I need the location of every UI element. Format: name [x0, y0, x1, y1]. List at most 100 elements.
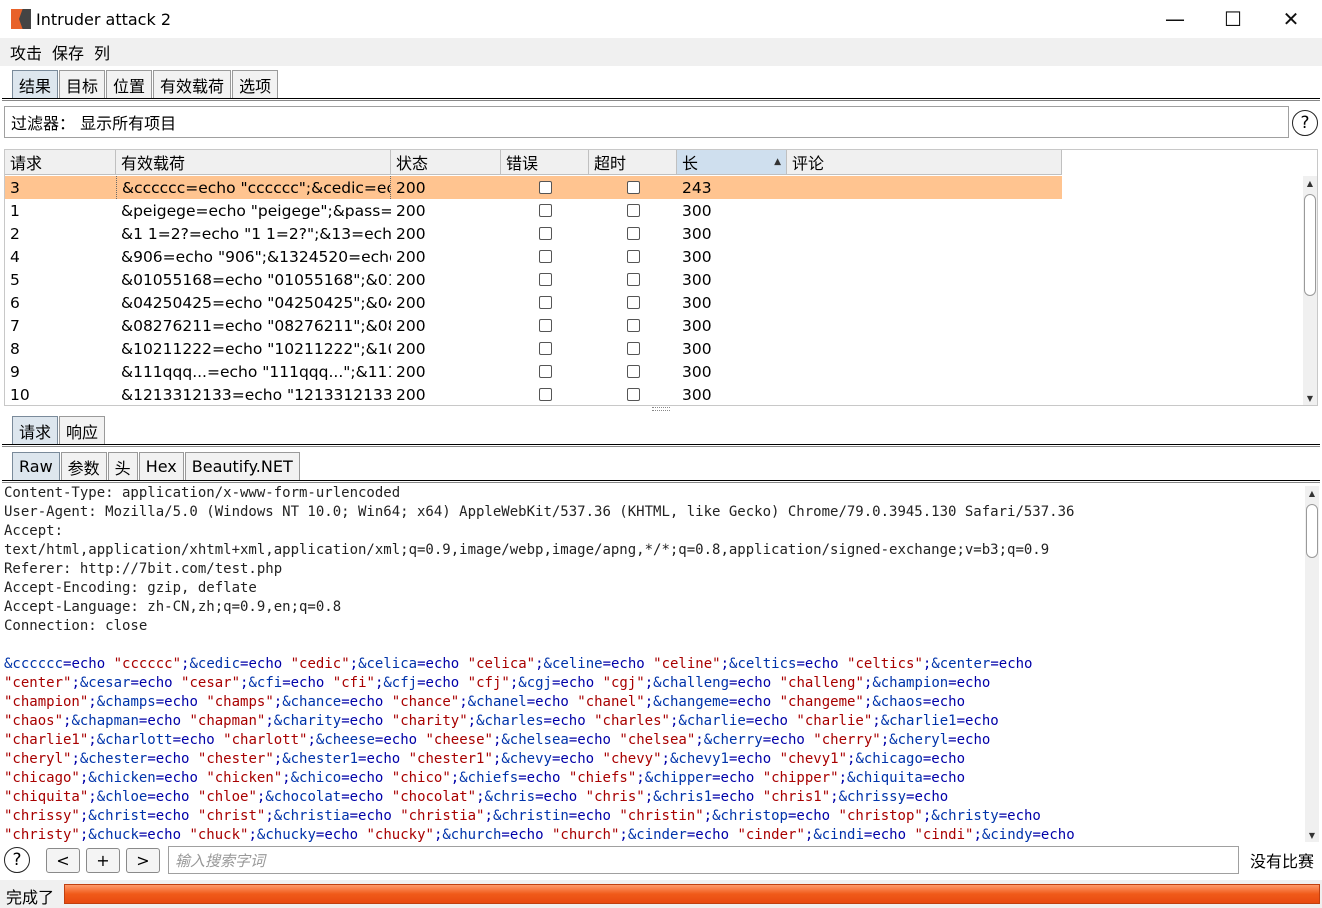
col-comment[interactable]: 评论 [787, 150, 1062, 175]
tab-options[interactable]: 选项 [232, 70, 279, 98]
body-line: "chrissy";&christ=echo "christ";&christi… [4, 808, 1041, 824]
error-checkbox [538, 273, 552, 286]
close-icon: ✕ [1282, 7, 1300, 31]
header-line: Connection: close [4, 618, 148, 634]
col-timeout[interactable]: 超时 [589, 150, 677, 175]
tab-positions[interactable]: 位置 [106, 70, 153, 98]
cell-error [501, 245, 589, 268]
cell-payload: &08276211=echo "08276211";&08... [121, 316, 391, 335]
error-checkbox [538, 181, 552, 194]
filter-bar[interactable]: 过滤器： 显示所有项目 [4, 106, 1289, 138]
tab-target[interactable]: 目标 [59, 70, 106, 98]
tab-payloads[interactable]: 有效载荷 [153, 70, 232, 98]
timeout-checkbox [626, 227, 640, 240]
table-row[interactable]: 1 &peigege=echo "peigege";&pass=e... 200 30… [5, 199, 1062, 222]
cell-status: 200 [396, 247, 426, 266]
maximize-button[interactable]: ☐ [1204, 0, 1262, 38]
table-row[interactable]: 2&1 1=2?=echo "1 1=2?";&13=echo ... 200 30… [5, 222, 1062, 245]
search-input[interactable]: 输入搜索字词 [168, 846, 1239, 874]
burp-app-icon [11, 9, 31, 29]
search-add-button[interactable]: + [86, 848, 120, 873]
header-line: text/html,application/xhtml+xml,applicat… [4, 542, 1050, 558]
cell-payload: &906=echo "906";&1324520=echo ... [121, 247, 391, 266]
table-row[interactable]: 10 &1213312133=echo "1213312133"... 200 300 [5, 383, 1062, 405]
cell-error [501, 176, 589, 199]
header-line: Content-Type: application/x-www-form-url… [4, 485, 401, 501]
col-payload[interactable]: 有效载荷 [116, 150, 391, 175]
tab-hex[interactable]: Hex [138, 452, 184, 480]
cell-comment [787, 268, 1062, 291]
body-line: "cheryl";&chester=echo "chester";&cheste… [4, 751, 966, 767]
scroll-down-icon[interactable]: ▼ [1303, 391, 1317, 405]
cell-request: 10 [10, 385, 30, 404]
menu-save[interactable]: 保存 [52, 40, 84, 64]
attack-progress-bar [64, 884, 1320, 904]
main-tabs: 结果 目标 位置 有效载荷 选项 [12, 70, 279, 98]
cell-length: 300 [682, 316, 712, 335]
tab-beautify-net[interactable]: Beautify.NET [184, 452, 300, 480]
table-row[interactable]: 3 &cccccc=echo "cccccc";&cedic=ech... 200 2… [5, 176, 1062, 199]
cell-request: 2 [10, 224, 20, 243]
editor-scroll-thumb[interactable] [1306, 504, 1318, 558]
table-row[interactable]: 9&111qqq...=echo "111qqq...";&111q... 200… [5, 360, 1062, 383]
col-length[interactable]: 长 ▲ [677, 150, 787, 175]
search-prev-button[interactable]: < [46, 848, 80, 873]
table-header: 请求 有效载荷 状态 错误 超时 长 ▲ 评论 [5, 150, 1062, 175]
cell-timeout [589, 314, 677, 337]
cell-request: 4 [10, 247, 20, 266]
cell-error [501, 314, 589, 337]
tab-response[interactable]: 响应 [59, 416, 106, 444]
cell-payload: &111qqq...=echo "111qqq...";&111q... [121, 362, 391, 381]
tab-request[interactable]: 请求 [12, 416, 59, 444]
table-row[interactable]: 6 &04250425=echo "04250425";&04... 200 300 [5, 291, 1062, 314]
error-checkbox [538, 250, 552, 263]
table-row[interactable]: 8 &10211222=echo "10211222";&10... 200 300 [5, 337, 1062, 360]
scroll-up-icon[interactable]: ▲ [1303, 176, 1317, 190]
filter-help-icon[interactable]: ? [1292, 110, 1318, 136]
col-status[interactable]: 状态 [391, 150, 501, 175]
table-scrollbar[interactable]: ▲ ▼ [1303, 176, 1317, 405]
timeout-checkbox [626, 204, 640, 217]
table-body: 3 &cccccc=echo "cccccc";&cedic=ech... 200 2… [5, 176, 1062, 405]
table-row[interactable]: 4 &906=echo "906";&1324520=echo ... 200 300 [5, 245, 1062, 268]
search-next-button[interactable]: > [126, 848, 160, 873]
status-text: 完成了 [6, 888, 55, 907]
timeout-checkbox [626, 250, 640, 263]
cell-error [501, 199, 589, 222]
col-request[interactable]: 请求 [5, 150, 116, 175]
tab-headers[interactable]: 头 [107, 452, 138, 480]
cell-status: 200 [396, 362, 426, 381]
editor-scroll-up-icon[interactable]: ▲ [1305, 486, 1319, 500]
window-title: Intruder attack 2 [36, 9, 171, 29]
close-button[interactable]: ✕ [1262, 0, 1320, 38]
maximize-icon: ☐ [1224, 7, 1242, 31]
cell-comment [787, 245, 1062, 268]
editor-scrollbar[interactable]: ▲ ▼ [1305, 486, 1319, 842]
cell-comment [787, 383, 1062, 405]
cell-error [501, 337, 589, 360]
table-row[interactable]: 7 &08276211=echo "08276211";&08... 200 300 [5, 314, 1062, 337]
menu-attack[interactable]: 攻击 [10, 40, 42, 64]
timeout-checkbox [626, 319, 640, 332]
cell-payload: &04250425=echo "04250425";&04... [121, 293, 391, 312]
header-line: Accept: [4, 523, 64, 539]
cell-error [501, 268, 589, 291]
tab-raw[interactable]: Raw [12, 452, 60, 480]
error-checkbox [538, 342, 552, 355]
table-row[interactable]: 5 &01055168=echo "01055168";&01... 200 300 [5, 268, 1062, 291]
cell-timeout [589, 360, 677, 383]
col-error[interactable]: 错误 [501, 150, 589, 175]
cell-status: 200 [396, 339, 426, 358]
request-editor[interactable]: Content-Type: application/x-www-form-url… [0, 484, 1304, 842]
editor-scroll-down-icon[interactable]: ▼ [1305, 828, 1319, 842]
cell-request: 7 [10, 316, 20, 335]
menu-columns[interactable]: 列 [94, 40, 110, 64]
search-help-icon[interactable]: ? [4, 847, 30, 873]
split-handle[interactable] [652, 407, 670, 411]
tab-params[interactable]: 参数 [60, 452, 107, 480]
tab-results[interactable]: 结果 [12, 70, 59, 98]
table-scroll-thumb[interactable] [1304, 194, 1316, 296]
cell-length: 300 [682, 270, 712, 289]
cell-request: 8 [10, 339, 20, 358]
minimize-button[interactable]: — [1146, 0, 1204, 38]
